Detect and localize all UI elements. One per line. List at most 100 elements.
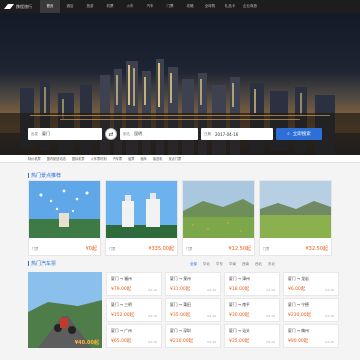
tab-northeast[interactable]: 东北 bbox=[268, 262, 275, 267]
nav-item-business[interactable]: 企业商旅 bbox=[240, 0, 260, 13]
search-icon: ⌕ bbox=[287, 132, 290, 137]
route-card[interactable]: 厦门 → 宁德 ¥230.00起 04-16 bbox=[283, 298, 339, 322]
tab-northwest[interactable]: 西北 bbox=[255, 262, 262, 267]
route-name: 厦门 → 宁德 bbox=[288, 302, 309, 307]
route-card[interactable]: 厦门 → 泉州 ¥31.00起 04-16 bbox=[165, 272, 221, 296]
featured-image bbox=[28, 272, 102, 348]
quick-link[interactable]: 汽车票 bbox=[113, 156, 123, 161]
quick-link[interactable]: 国际机票 bbox=[72, 156, 85, 161]
tab-north[interactable]: 华北 bbox=[203, 262, 210, 267]
attraction-card[interactable]: 门票 ¥0起 bbox=[28, 180, 101, 256]
nav-item-travel[interactable]: 旅游 bbox=[80, 0, 100, 13]
date-value: 2017-04-16 bbox=[215, 131, 239, 137]
search-bar: 出发 厦门 ⇄ 到达 昆明 日期 2017-04-16 ⌕ 立即搜索 bbox=[28, 127, 336, 141]
card-price: ¥32.50起 bbox=[305, 246, 329, 252]
hero-banner: 出发 厦门 ⇄ 到达 昆明 日期 2017-04-16 ⌕ 立即搜索 bbox=[0, 13, 360, 155]
route-name: 厦门 → 广州 bbox=[111, 328, 132, 333]
card-price: ¥12.50起 bbox=[228, 246, 252, 252]
route-name: 厦门 → 莆田 bbox=[170, 302, 191, 307]
top-nav: 携程旅行 首页 酒店 旅游 机票 火车 汽车 门票 攻略 全球购 礼品卡 企业商… bbox=[0, 0, 360, 13]
tab-south[interactable]: 华南 bbox=[229, 262, 236, 267]
card-price: ¥0起 bbox=[85, 246, 97, 252]
logo-text: 携程旅行 bbox=[16, 3, 32, 9]
to-value: 昆明 bbox=[134, 131, 142, 136]
route-date: 04-16 bbox=[266, 288, 275, 292]
from-value: 厦门 bbox=[42, 131, 50, 136]
quick-link[interactable]: 船票 bbox=[128, 156, 134, 161]
card-label: 门票 bbox=[263, 247, 270, 251]
route-card[interactable]: 厦门 → 莆田 ¥35.00起 04-16 bbox=[165, 298, 221, 322]
search-button-label: 立即搜索 bbox=[292, 132, 311, 137]
route-date: 04-16 bbox=[148, 340, 157, 344]
route-name: 厦门 → 龙岩 bbox=[288, 276, 309, 281]
featured-price: ¥40.00起 bbox=[74, 340, 99, 346]
attraction-card[interactable]: 门票 ¥335.00起 bbox=[105, 180, 178, 256]
route-date: 04-16 bbox=[266, 340, 275, 344]
quick-link[interactable]: 景点门票 bbox=[168, 156, 181, 161]
quick-link[interactable]: 特价机票 bbox=[28, 156, 41, 161]
route-card[interactable]: 厦门 → 福州 ¥79.00起 04-16 bbox=[106, 272, 162, 296]
route-name: 厦门 → 漳州 bbox=[229, 276, 250, 281]
card-label: 门票 bbox=[32, 247, 39, 251]
route-date: 04-16 bbox=[148, 314, 157, 318]
route-card[interactable]: 厦门 → 南平 ¥30.00起 04-16 bbox=[224, 298, 280, 322]
route-date: 04-16 bbox=[148, 288, 157, 292]
section-title-bus: 热门汽车票 bbox=[28, 260, 56, 267]
nav-item-giftcard[interactable]: 礼品卡 bbox=[220, 0, 240, 13]
attraction-card[interactable]: 门票 ¥32.50起 bbox=[259, 180, 332, 256]
nav-item-home[interactable]: 首页 bbox=[40, 0, 60, 13]
route-name: 厦门 → 南平 bbox=[229, 302, 250, 307]
route-date: 04-16 bbox=[325, 314, 334, 318]
logo[interactable]: 携程旅行 bbox=[0, 0, 40, 13]
nav-item-shop[interactable]: 全球购 bbox=[200, 0, 220, 13]
nav-item-bus[interactable]: 汽车 bbox=[140, 0, 160, 13]
quick-link[interactable]: 租车 bbox=[141, 156, 147, 161]
quick-links-bar: 特价机票 国内航班动态 国际机票 火车票时刻 汽车票 船票 租车 接送机 景点门… bbox=[0, 155, 360, 163]
route-name: 厦门 → 深圳 bbox=[170, 328, 191, 333]
from-city-field[interactable]: 出发 厦门 bbox=[28, 128, 102, 140]
route-card[interactable]: 厦门 → 漳州 ¥18.00起 04-16 bbox=[224, 272, 280, 296]
route-date: 04-16 bbox=[325, 340, 334, 344]
attraction-image bbox=[183, 181, 254, 238]
quick-link[interactable]: 国内航班动态 bbox=[47, 156, 66, 161]
route-card[interactable]: 厦门 → 三明 ¥152.00起 04-16 bbox=[106, 298, 162, 322]
route-name: 厦门 → 三明 bbox=[111, 302, 132, 307]
route-card[interactable]: 厦门 → 梅州 ¥90.00起 04-16 bbox=[283, 324, 339, 348]
from-label: 出发 bbox=[31, 131, 38, 136]
route-card[interactable]: 厦门 → 汕头 ¥35.00起 04-16 bbox=[224, 324, 280, 348]
route-name: 厦门 → 汕头 bbox=[229, 328, 250, 333]
route-name: 厦门 → 梅州 bbox=[288, 328, 309, 333]
to-label: 到达 bbox=[123, 131, 130, 136]
route-date: 04-16 bbox=[325, 288, 334, 292]
region-tabs: 全部 华北 华东 华南 西南 西北 东北 bbox=[190, 262, 275, 267]
attraction-image bbox=[260, 181, 331, 238]
nav-item-train[interactable]: 火车 bbox=[120, 0, 140, 13]
tab-all[interactable]: 全部 bbox=[190, 262, 197, 267]
featured-bus-card[interactable]: ¥40.00起 bbox=[28, 272, 102, 348]
tab-east[interactable]: 华东 bbox=[216, 262, 223, 267]
nav-item-flight[interactable]: 机票 bbox=[100, 0, 120, 13]
attraction-image bbox=[29, 181, 100, 238]
date-field[interactable]: 日期 2017-04-16 bbox=[201, 128, 273, 140]
route-card[interactable]: 厦门 → 深圳 ¥210.00起 04-16 bbox=[165, 324, 221, 348]
attraction-card[interactable]: 门票 ¥12.50起 bbox=[182, 180, 255, 256]
nav-item-guide[interactable]: 攻略 bbox=[180, 0, 200, 13]
date-label: 日期 bbox=[204, 131, 211, 136]
section-title-attractions: 热门景点推荐 bbox=[28, 172, 61, 179]
route-date: 04-16 bbox=[266, 314, 275, 318]
to-city-field[interactable]: 到达 昆明 bbox=[120, 128, 198, 140]
card-label: 门票 bbox=[186, 247, 193, 251]
swap-cities-icon[interactable]: ⇄ bbox=[105, 128, 117, 140]
nav-item-tickets[interactable]: 门票 bbox=[160, 0, 180, 13]
nav-item-hotel[interactable]: 酒店 bbox=[60, 0, 80, 13]
quick-link[interactable]: 火车票时刻 bbox=[91, 156, 107, 161]
search-button[interactable]: ⌕ 立即搜索 bbox=[276, 128, 322, 140]
logo-icon bbox=[4, 4, 14, 9]
tab-southwest[interactable]: 西南 bbox=[242, 262, 249, 267]
route-name: 厦门 → 福州 bbox=[111, 276, 132, 281]
quick-link[interactable]: 接送机 bbox=[153, 156, 163, 161]
card-price: ¥335.00起 bbox=[148, 246, 174, 252]
route-card[interactable]: 厦门 → 龙岩 ¥6.00起 04-16 bbox=[283, 272, 339, 296]
route-card[interactable]: 厦门 → 广州 ¥65.00起 04-16 bbox=[106, 324, 162, 348]
route-date: 04-16 bbox=[207, 340, 216, 344]
